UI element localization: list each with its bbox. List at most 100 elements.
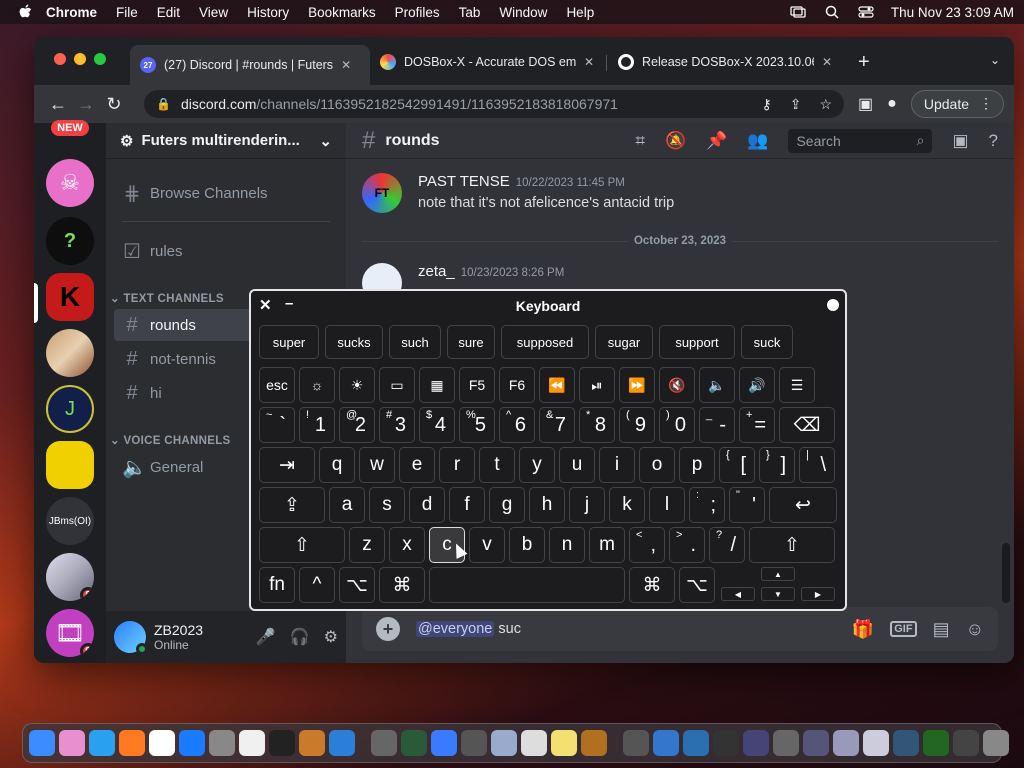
tab-search-chevron-icon[interactable]: ⌄ <box>990 53 1000 67</box>
server-icon-k[interactable]: K <box>46 273 94 321</box>
delete-key[interactable]: ⌫ <box>779 407 835 443</box>
dock-app-icon-28[interactable] <box>833 730 859 756</box>
server-icon-food[interactable] <box>46 329 94 377</box>
settings-gear-icon[interactable]: ⚙ <box>324 627 338 647</box>
menu-view[interactable]: View <box>199 5 228 20</box>
suggestion-sucks[interactable]: sucks <box>325 325 383 359</box>
key-s[interactable]: s <box>369 487 405 523</box>
key-][interactable]: }] <box>759 447 795 483</box>
minimize-icon[interactable]: – <box>285 289 293 319</box>
dock-app-icon-10[interactable] <box>329 730 355 756</box>
dock-app-icon-16[interactable] <box>491 730 517 756</box>
zoom-window-button[interactable] <box>94 53 106 65</box>
key-slash[interactable]: ? / <box>709 527 745 563</box>
key-period[interactable]: >. <box>669 527 705 563</box>
menubar-clock[interactable]: Thu Nov 23 3:09 AM <box>891 5 1014 20</box>
emoji-icon[interactable]: ☺ <box>966 619 984 640</box>
dock-app-icon-31[interactable] <box>923 730 949 756</box>
arrow-right-key[interactable]: ▶ <box>801 587 835 601</box>
inbox-icon[interactable]: ▣ <box>952 131 968 151</box>
key-9[interactable]: (9 <box>619 407 655 443</box>
key-1[interactable]: ! 1 <box>299 407 335 443</box>
key-x[interactable]: x <box>389 527 425 563</box>
server-icon-yellow-head[interactable] <box>46 441 94 489</box>
new-tab-plus-icon[interactable]: + <box>858 51 870 74</box>
apple-icon[interactable] <box>18 4 32 20</box>
key-quote[interactable]: " ' <box>729 487 765 523</box>
key-7[interactable]: & 7 <box>539 407 575 443</box>
caps-lock-key[interactable]: ⇪ <box>259 487 325 523</box>
control-center-icon[interactable] <box>857 5 875 19</box>
key-0[interactable]: ) 0 <box>659 407 695 443</box>
guild-header[interactable]: ⚙ Futers multirenderin... ⌄ <box>106 123 346 159</box>
dock-app-icon-19[interactable] <box>581 730 607 756</box>
dock-app-icon-23[interactable] <box>683 730 709 756</box>
key-p[interactable]: p <box>679 447 715 483</box>
dock-app-icon-17[interactable] <box>521 730 547 756</box>
suggestion-suck[interactable]: suck <box>741 325 793 359</box>
key-z[interactable]: z <box>349 527 385 563</box>
key-semicolon[interactable]: :; <box>689 487 725 523</box>
key-a[interactable]: a <box>329 487 365 523</box>
address-bar[interactable]: 🔒 discord.com/channels/11639521825429914… <box>144 90 844 118</box>
fn-key-4[interactable]: ▦ <box>419 367 455 403</box>
suggestion-sure[interactable]: sure <box>447 325 495 359</box>
sticker-icon[interactable]: ▤ <box>933 619 950 640</box>
channel-rules[interactable]: ☑ rules <box>114 235 338 267</box>
reload-icon[interactable]: ↻ <box>100 90 128 118</box>
dock-app-icon-30[interactable] <box>893 730 919 756</box>
key-u[interactable]: u <box>559 447 595 483</box>
dock-app-icon-27[interactable] <box>803 730 829 756</box>
tab-discord[interactable]: 27 (27) Discord | #rounds | Futers ✕ <box>130 45 370 85</box>
screen-mirroring-icon[interactable] <box>789 5 807 19</box>
key-t[interactable]: t <box>479 447 515 483</box>
dock-app-icon-7[interactable] <box>239 730 265 756</box>
share-icon[interactable]: ⇪ <box>790 96 802 113</box>
dock-app-icon-12[interactable] <box>371 730 397 756</box>
options-icon[interactable] <box>827 299 839 311</box>
menu-app-name[interactable]: Chrome <box>46 5 97 20</box>
dock-app-icon-22[interactable] <box>653 730 679 756</box>
search-input[interactable]: Search ⌕ <box>788 128 933 153</box>
menu-edit[interactable]: Edit <box>157 5 180 20</box>
key-h[interactable]: h <box>529 487 565 523</box>
voice-channels-category[interactable]: ⌄ VOICE CHANNELS <box>110 433 231 447</box>
add-attachment-icon[interactable]: + <box>376 617 400 641</box>
menu-file[interactable]: File <box>116 5 138 20</box>
fn-key-10[interactable]: 🔇 <box>659 367 695 403</box>
key-=[interactable]: + = <box>739 407 775 443</box>
lock-icon[interactable]: 🔒 <box>156 97 171 111</box>
server-icon-question[interactable]: ? <box>46 217 94 265</box>
server-icon-film[interactable]: 🎞 9 <box>46 609 94 657</box>
key-d[interactable]: d <box>409 487 445 523</box>
dock-app-icon-8[interactable] <box>269 730 295 756</box>
key-f[interactable]: f <box>449 487 485 523</box>
return-key[interactable]: ↩ <box>769 487 837 523</box>
fn-key-6[interactable]: F6 <box>499 367 535 403</box>
fn-key-11[interactable]: 🔈 <box>699 367 735 403</box>
arrow-left-key[interactable]: ◀ <box>721 587 755 601</box>
right-shift-key[interactable]: ⇧ <box>749 527 835 563</box>
tab-key[interactable]: ⇥ <box>259 447 315 483</box>
key-n[interactable]: n <box>549 527 585 563</box>
mute-mic-icon[interactable]: 🎤 <box>256 627 276 647</box>
dock-app-icon-29[interactable] <box>863 730 889 756</box>
dock-app-icon-4[interactable] <box>149 730 175 756</box>
close-window-button[interactable] <box>54 53 66 65</box>
key-e[interactable]: e <box>399 447 435 483</box>
username[interactable]: ZB2023 <box>154 622 203 638</box>
message-composer[interactable]: + @everyone suc 🎁 GIF ▤ ☺ <box>362 607 998 651</box>
command-key[interactable]: ⌘ <box>379 567 425 603</box>
dock-app-icon-9[interactable] <box>299 730 325 756</box>
spotlight-search-icon[interactable] <box>823 5 841 19</box>
key-6[interactable]: ^ 6 <box>499 407 535 443</box>
composer-text[interactable]: suc <box>498 621 521 637</box>
suggestion-supposed[interactable]: supposed <box>501 325 589 359</box>
close-tab-icon[interactable]: ✕ <box>822 55 832 69</box>
bookmark-star-icon[interactable]: ☆ <box>819 96 832 113</box>
notification-bell-muted-icon[interactable]: 🔕 <box>665 131 686 151</box>
fn-key-13[interactable]: ☰ <box>779 367 815 403</box>
server-icon-skull[interactable]: ☠ <box>46 159 94 207</box>
gift-icon[interactable]: 🎁 <box>852 619 874 640</box>
menu-history[interactable]: History <box>247 5 289 20</box>
